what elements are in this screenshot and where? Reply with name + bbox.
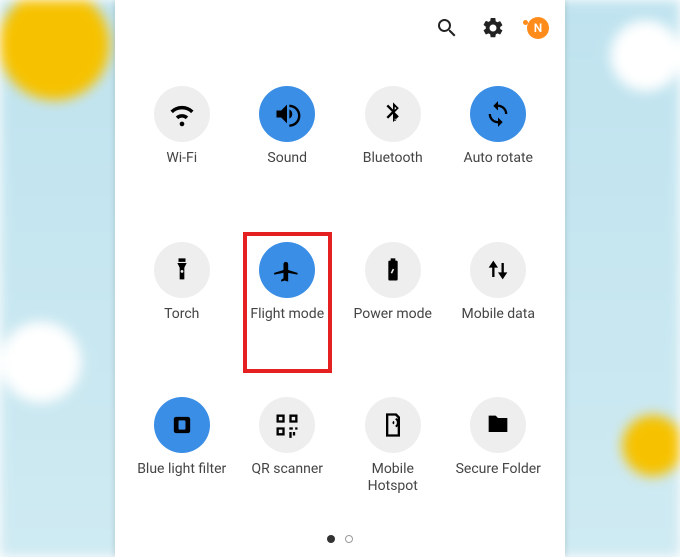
settings-gear-icon[interactable] xyxy=(481,16,505,40)
quick-settings-grid: Wi-Fi Sound Bluetooth Auto rotate Torch Fligh… xyxy=(115,56,565,521)
tile-mobiledata[interactable]: Mobile data xyxy=(446,242,552,356)
tile-bluetooth[interactable]: Bluetooth xyxy=(340,86,446,200)
tile-bluelight[interactable]: Blue light filter xyxy=(129,397,235,511)
tile-hotspot[interactable]: Mobile Hotspot xyxy=(340,397,446,511)
tile-label: Power mode xyxy=(354,306,432,323)
profile-avatar[interactable]: N xyxy=(527,17,549,39)
tile-sound[interactable]: Sound xyxy=(235,86,341,200)
page-dot-1[interactable] xyxy=(327,535,335,543)
tile-torch[interactable]: Torch xyxy=(129,242,235,356)
tile-label: Auto rotate xyxy=(464,150,533,167)
tile-power[interactable]: Power mode xyxy=(340,242,446,356)
quick-settings-panel: N Wi-Fi Sound Bluetooth Auto rotate Torch Fli… xyxy=(115,0,565,557)
tile-label: Torch xyxy=(164,306,199,323)
search-icon[interactable] xyxy=(435,16,459,40)
tile-autorotate[interactable]: Auto rotate xyxy=(446,86,552,200)
tile-label: Blue light filter xyxy=(137,461,226,478)
tile-label: QR scanner xyxy=(251,461,323,478)
folder-icon[interactable] xyxy=(470,397,526,453)
tile-label: Mobile data xyxy=(462,306,535,323)
tile-qr[interactable]: QR scanner xyxy=(235,397,341,511)
tile-label: Flight mode xyxy=(250,306,324,323)
more-menu-icon[interactable]: N xyxy=(527,16,549,40)
hotspot-icon[interactable] xyxy=(365,397,421,453)
wifi-icon[interactable] xyxy=(154,86,210,142)
page-indicator[interactable] xyxy=(115,521,565,557)
updown-icon[interactable] xyxy=(470,242,526,298)
bluetooth-icon[interactable] xyxy=(365,86,421,142)
tile-secure[interactable]: Secure Folder xyxy=(446,397,552,511)
page-dot-2[interactable] xyxy=(345,535,353,543)
tile-label: Sound xyxy=(267,150,307,167)
airplane-icon[interactable] xyxy=(259,242,315,298)
avatar-initial: N xyxy=(534,21,543,35)
tile-label: Secure Folder xyxy=(456,461,541,478)
qr-icon[interactable] xyxy=(259,397,315,453)
rotate-icon[interactable] xyxy=(470,86,526,142)
tile-wifi[interactable]: Wi-Fi xyxy=(129,86,235,200)
bluelight-icon[interactable] xyxy=(154,397,210,453)
tile-label: Wi-Fi xyxy=(166,150,197,167)
torch-icon[interactable] xyxy=(154,242,210,298)
tile-flight[interactable]: Flight mode xyxy=(235,242,341,356)
topbar: N xyxy=(115,0,565,56)
sound-icon[interactable] xyxy=(259,86,315,142)
tile-label: Bluetooth xyxy=(363,150,423,167)
tile-label: Mobile Hotspot xyxy=(348,461,438,495)
battery-icon[interactable] xyxy=(365,242,421,298)
